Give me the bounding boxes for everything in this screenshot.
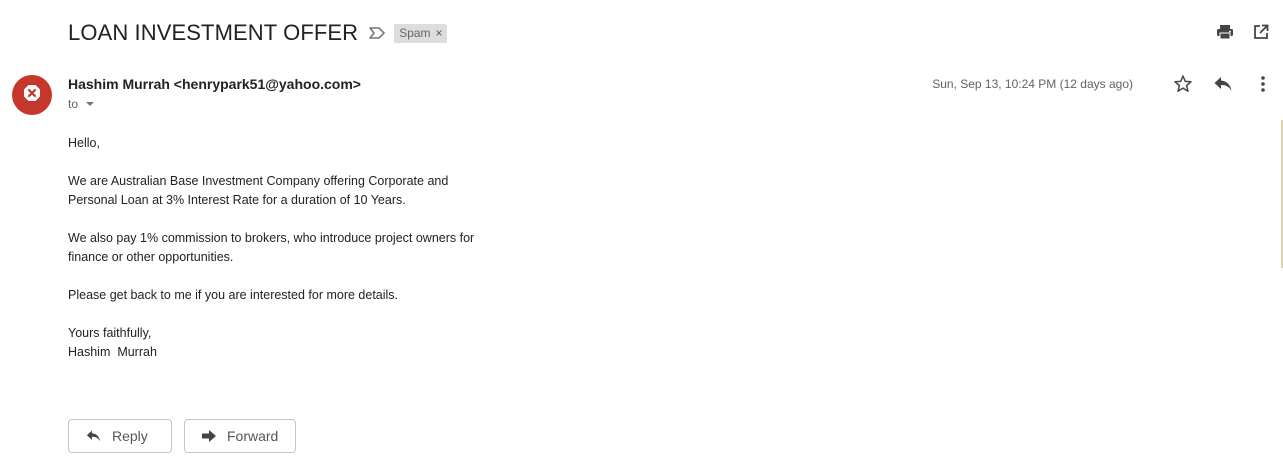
body-line: finance or other opportunities.	[68, 250, 234, 264]
sender-avatar	[12, 75, 52, 115]
star-icon[interactable]	[1173, 74, 1193, 94]
reply-icon[interactable]	[1213, 74, 1233, 94]
top-actions	[1215, 22, 1271, 42]
open-in-new-window-icon[interactable]	[1251, 22, 1271, 42]
email-view: LOAN INVESTMENT OFFER Spam × Hashim Murr…	[0, 0, 1283, 475]
spam-label-text: Spam	[399, 25, 431, 40]
signature-line: Hashim Murrah	[68, 345, 157, 359]
more-vert-icon[interactable]	[1253, 74, 1273, 94]
reply-forward-actions: Reply Forward	[68, 419, 296, 453]
recipient-line: to	[68, 97, 95, 111]
spam-label-chip: Spam ×	[394, 23, 447, 43]
body-line: Personal Loan at 3% Interest Rate for a …	[68, 193, 406, 207]
body-line: We also pay 1% commission to brokers, wh…	[68, 231, 475, 245]
remove-label-icon[interactable]: ×	[436, 25, 443, 41]
body-line: We are Australian Base Investment Compan…	[68, 174, 449, 188]
sender-name-email[interactable]: Hashim Murrah <henrypark51@yahoo.com>	[68, 76, 361, 92]
body-greeting: Hello,	[68, 136, 100, 150]
body-paragraph-3: Please get back to me if you are interes…	[68, 288, 399, 302]
forward-icon	[202, 430, 216, 442]
body-paragraph-1: We are Australian Base Investment Compan…	[68, 172, 508, 210]
body-paragraph-2: We also pay 1% commission to brokers, wh…	[68, 229, 508, 267]
to-label: to	[68, 97, 79, 111]
email-subject: LOAN INVESTMENT OFFER	[68, 20, 359, 45]
blocked-sender-avatar-icon	[23, 84, 41, 107]
show-details-dropdown-icon[interactable]	[86, 102, 95, 106]
print-icon[interactable]	[1215, 22, 1235, 42]
message-date: Sun, Sep 13, 10:24 PM (12 days ago)	[932, 77, 1133, 91]
body-closing: Yours faithfully, Hashim Murrah	[68, 324, 508, 362]
forward-button-label: Forward	[227, 428, 279, 444]
reply-icon	[86, 430, 101, 442]
closing-line: Yours faithfully,	[68, 326, 152, 340]
label-arrow-icon[interactable]	[368, 25, 386, 41]
message-body: Hello, We are Australian Base Investment…	[68, 134, 508, 362]
reply-button[interactable]: Reply	[68, 419, 172, 453]
subject-row: LOAN INVESTMENT OFFER Spam ×	[68, 18, 447, 48]
message-meta: Sun, Sep 13, 10:24 PM (12 days ago)	[932, 74, 1273, 94]
reply-button-label: Reply	[112, 428, 148, 444]
forward-button[interactable]: Forward	[184, 419, 296, 453]
